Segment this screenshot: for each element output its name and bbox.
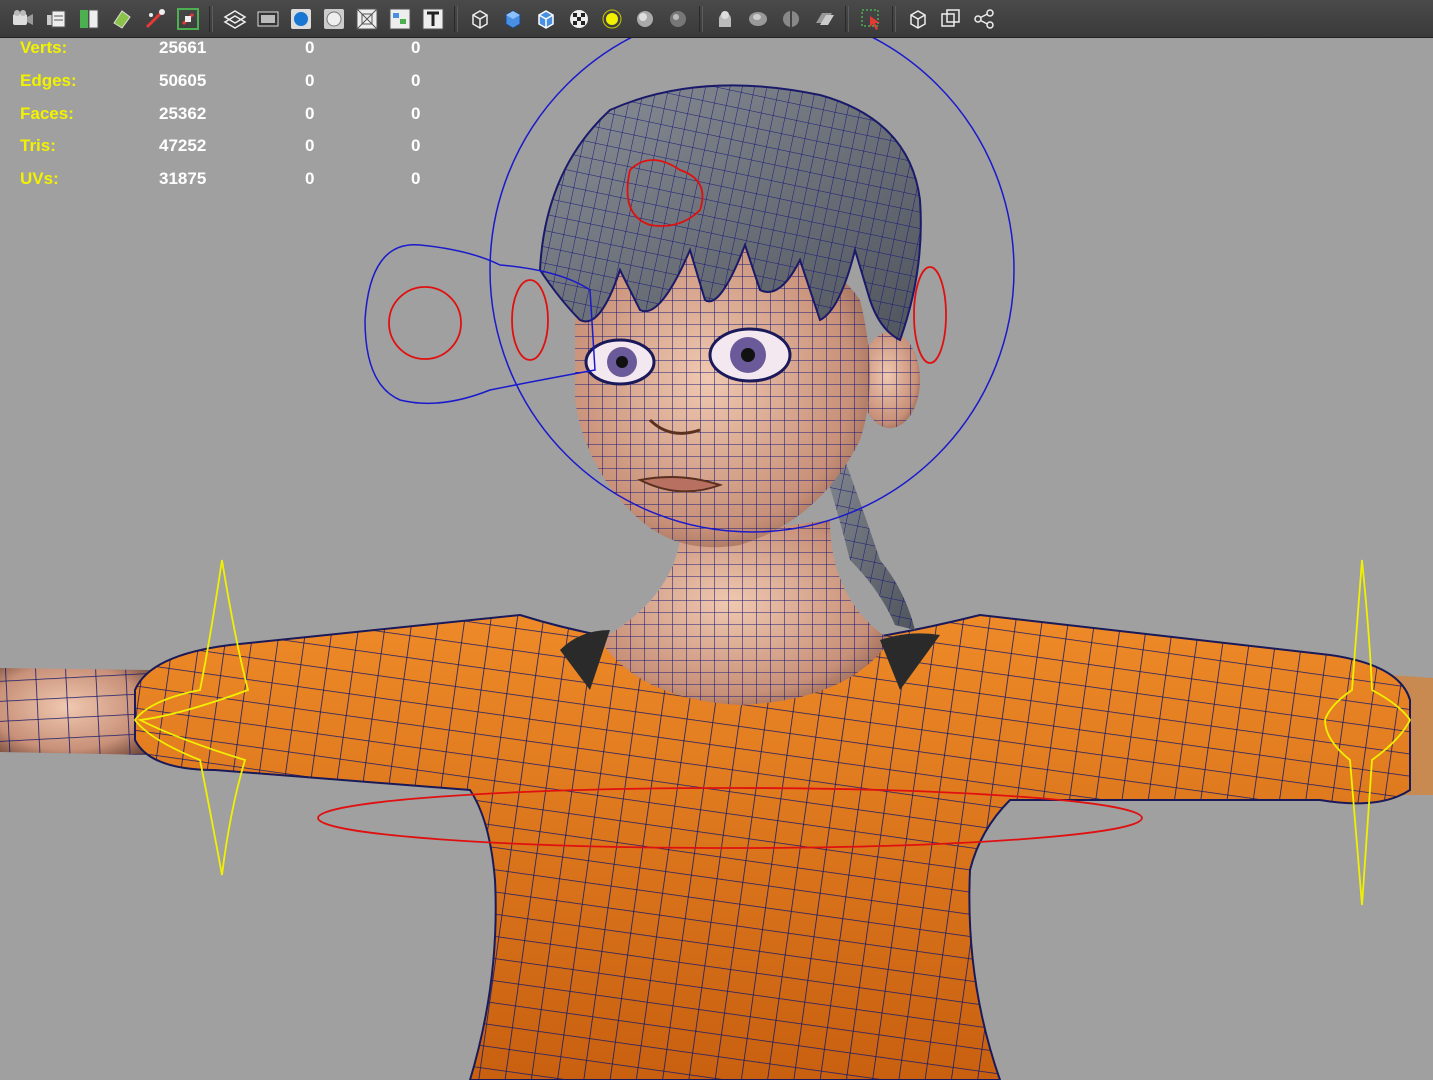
isolate-select-icon <box>815 12 834 25</box>
symmetry-icon <box>973 8 994 29</box>
hud-value-total: 47252 <box>159 136 207 156</box>
grease-pencil-button[interactable] <box>140 4 170 34</box>
hud-label: UVs: <box>20 169 59 188</box>
hud-value-selected-components: 0 <box>411 169 421 188</box>
field-chart-icon <box>356 8 377 29</box>
jaw-control-left <box>511 279 549 361</box>
hud-value-total: 25362 <box>159 103 207 123</box>
hud-label: Verts: <box>20 38 68 57</box>
grid-toggle-button[interactable] <box>173 4 203 34</box>
safe-action-icon <box>389 8 410 29</box>
use-all-lights-icon <box>602 9 621 28</box>
wireframe-button[interactable] <box>465 4 495 34</box>
field-chart-button[interactable] <box>352 4 382 34</box>
hud-label: Edges: <box>20 70 77 90</box>
hud-value-selected: 0 <box>305 38 315 57</box>
smooth-shade-icon <box>505 9 520 29</box>
hud-value-total: 25661 <box>159 38 207 57</box>
xray-active-components-icon <box>909 9 926 29</box>
xray-active-components-button[interactable] <box>903 4 933 34</box>
xray-joints-icon <box>860 8 880 30</box>
hud-value-total: 31875 <box>159 169 207 188</box>
frame-all-button[interactable] <box>936 4 966 34</box>
wireframe-on-shaded-button[interactable] <box>531 4 561 34</box>
hud-value-selected: 0 <box>305 136 315 156</box>
hud-value-selected: 0 <box>305 169 315 188</box>
camera-bookmarks-icon <box>46 10 65 27</box>
2d-pan-zoom-icon <box>112 9 131 29</box>
wireframe-on-shaded-icon <box>537 9 554 29</box>
jaw-control-right <box>913 266 947 364</box>
screen-space-ao-icon <box>669 10 686 27</box>
hud-value-selected: 0 <box>305 70 315 90</box>
hud-value-selected-components: 0 <box>411 70 421 90</box>
safe-action-button[interactable] <box>385 4 415 34</box>
xray-toggle-icon <box>223 9 246 29</box>
perspective-viewport[interactable] <box>0 38 1433 1080</box>
grid-toggle-icon <box>176 7 199 30</box>
camera-attributes-button[interactable] <box>8 4 38 34</box>
safe-title-button[interactable] <box>418 4 448 34</box>
toolbar-separator <box>454 5 458 32</box>
wireframe-icon <box>471 9 488 29</box>
toolbar-separator <box>699 5 703 32</box>
hud-value-selected-components: 0 <box>411 103 421 123</box>
gate-mask-button[interactable] <box>319 4 349 34</box>
grease-pencil-icon <box>145 8 165 28</box>
film-gate-icon <box>257 11 278 26</box>
safe-title-icon <box>422 8 443 29</box>
image-plane-button[interactable] <box>74 4 104 34</box>
anti-aliasing-button[interactable] <box>743 4 773 34</box>
shadows-icon <box>636 10 653 27</box>
use-all-lights-button[interactable] <box>597 4 627 34</box>
depth-of-field-button[interactable] <box>776 4 806 34</box>
gate-mask-icon <box>323 8 344 29</box>
smooth-shade-button[interactable] <box>498 4 528 34</box>
hud-label: Faces: <box>20 103 74 123</box>
camera-attributes-icon <box>12 9 33 25</box>
image-plane-icon <box>79 9 98 28</box>
hud-value-total: 50605 <box>159 70 207 90</box>
textured-icon <box>569 9 588 28</box>
motion-blur-button[interactable] <box>710 4 740 34</box>
panel-toolbar <box>0 0 1433 38</box>
hud-value-selected-components: 0 <box>411 38 421 57</box>
camera-bookmarks-button[interactable] <box>41 4 71 34</box>
toolbar-separator <box>845 5 849 32</box>
depth-of-field-icon <box>782 8 799 29</box>
toolbar-separator <box>209 5 213 32</box>
xray-toggle-button[interactable] <box>220 4 250 34</box>
xray-joints-button[interactable] <box>856 4 886 34</box>
resolution-gate-button[interactable] <box>286 4 316 34</box>
left-forearm <box>0 668 150 755</box>
hud-value-selected: 0 <box>305 103 315 123</box>
eye-aim-target-control <box>388 286 462 360</box>
motion-blur-icon <box>718 10 731 27</box>
symmetry-button[interactable] <box>969 4 999 34</box>
hud-label: Tris: <box>20 136 56 156</box>
character-model-scene[interactable] <box>0 38 1433 1080</box>
anti-aliasing-icon <box>748 11 767 26</box>
2d-pan-zoom-button[interactable] <box>107 4 137 34</box>
resolution-gate-icon <box>290 8 311 29</box>
hud-value-selected-components: 0 <box>411 136 421 156</box>
screen-space-ao-button[interactable] <box>663 4 693 34</box>
shadows-button[interactable] <box>630 4 660 34</box>
film-gate-button[interactable] <box>253 4 283 34</box>
frame-all-icon <box>940 8 960 27</box>
isolate-select-button[interactable] <box>809 4 839 34</box>
toolbar-separator <box>892 5 896 32</box>
textured-button[interactable] <box>564 4 594 34</box>
